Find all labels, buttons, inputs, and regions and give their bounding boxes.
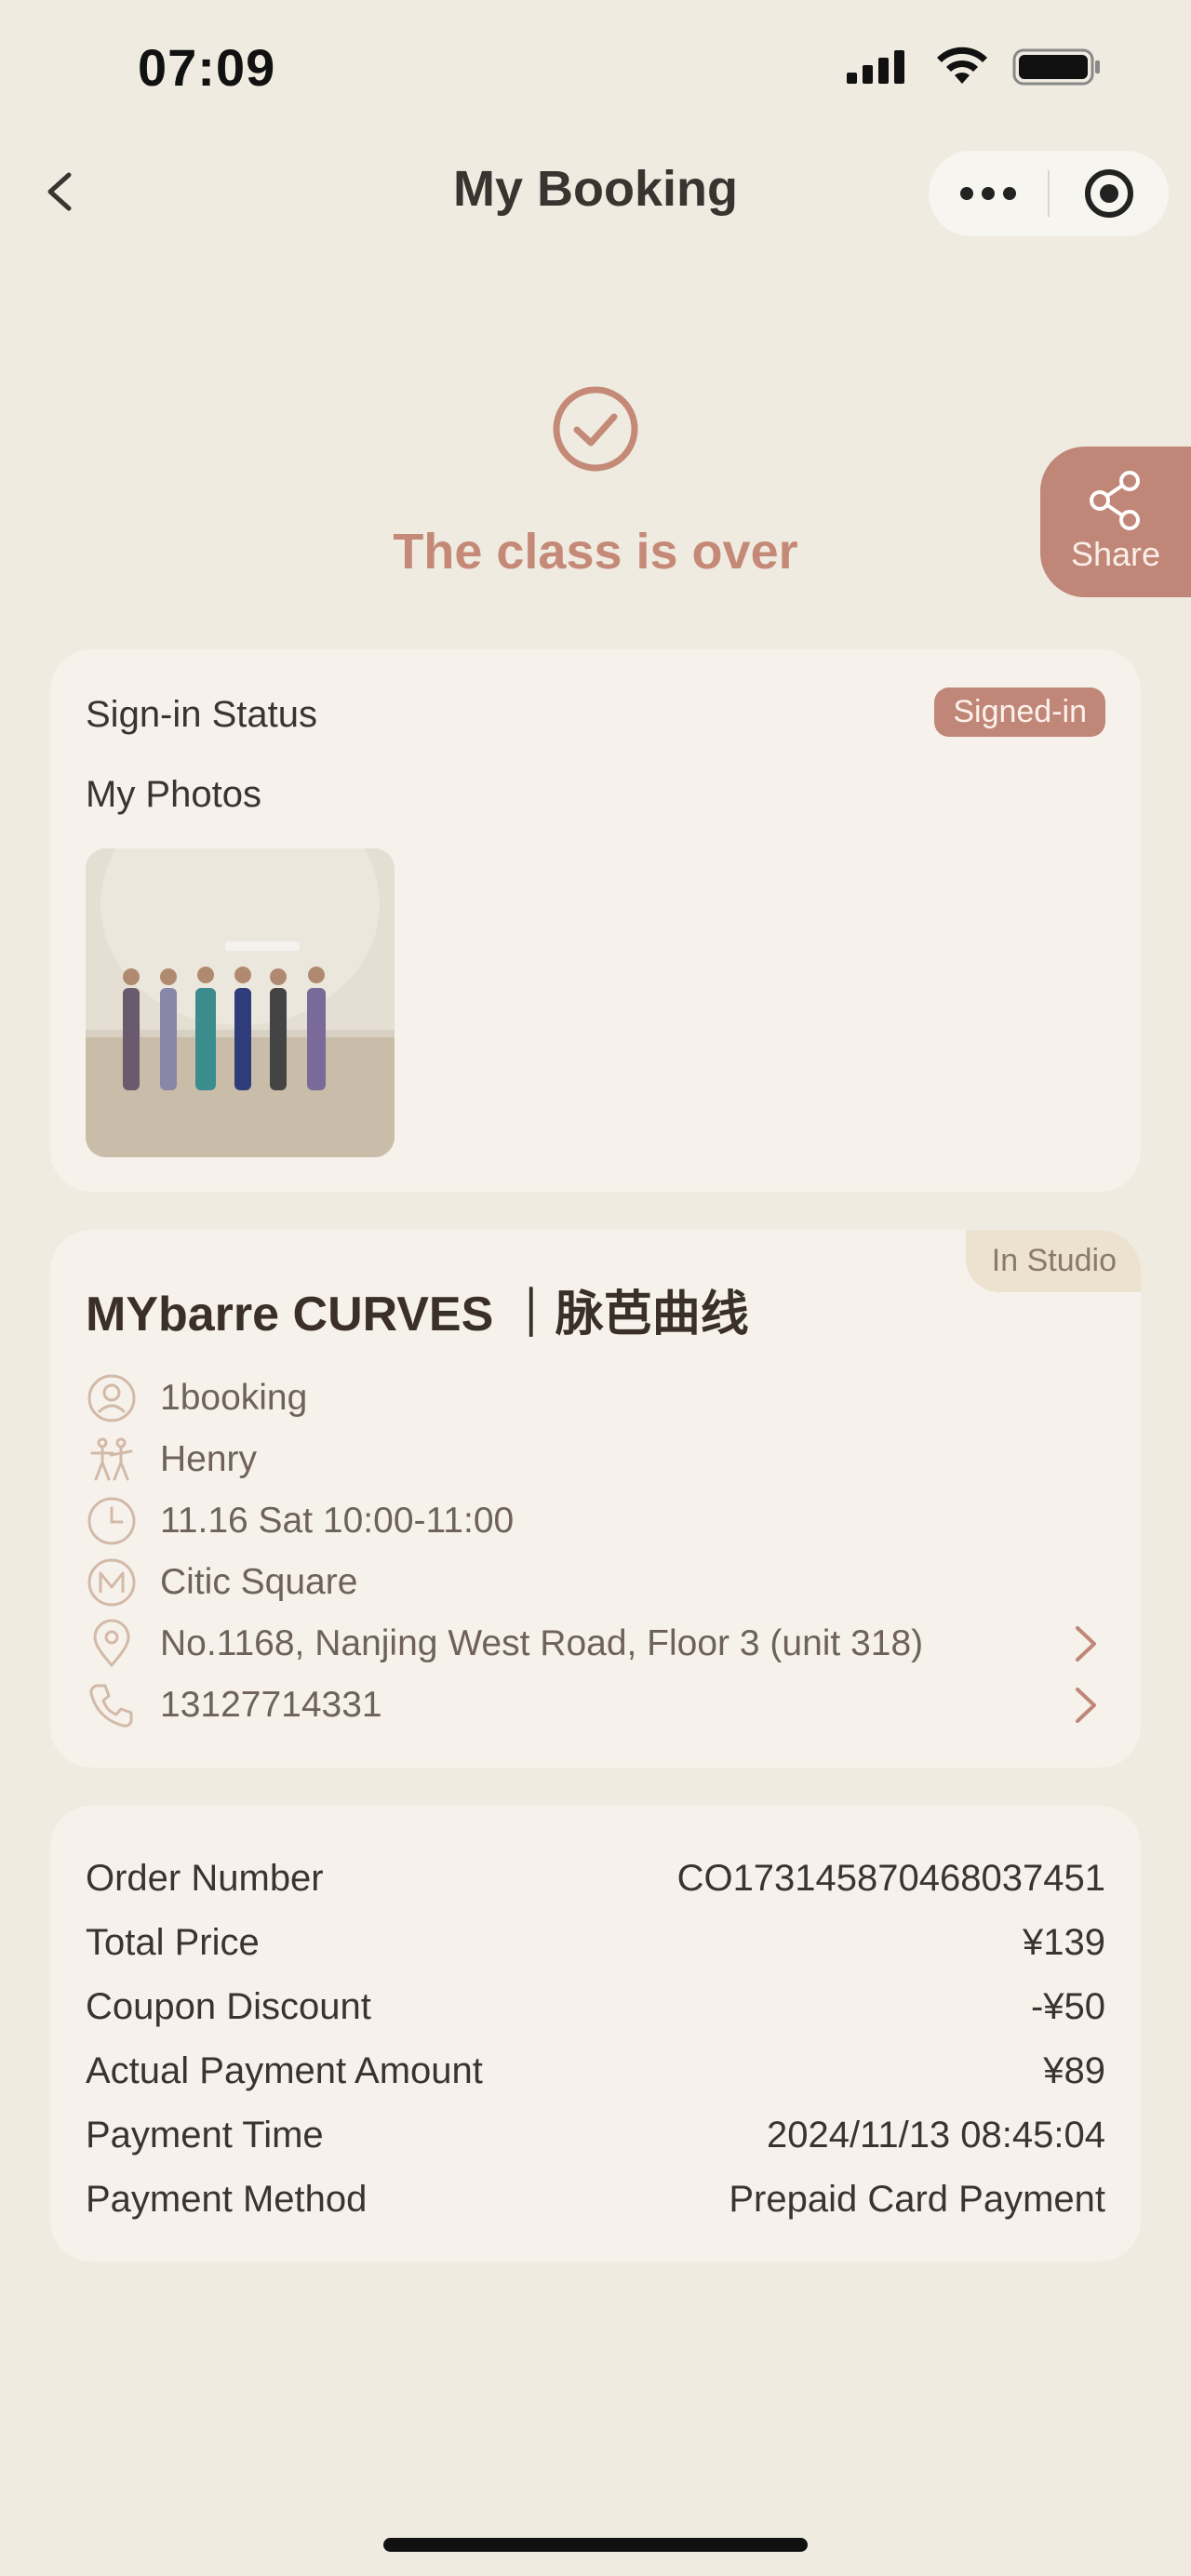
wifi-icon	[937, 47, 987, 84]
target-close-icon	[1085, 169, 1133, 218]
studio-phone: 13127714331	[160, 1685, 382, 1725]
class-time-text: 11.16 Sat 10:00-11:00	[160, 1501, 515, 1541]
location-pin-icon	[86, 1618, 138, 1670]
booking-page: 07:09 My Booking The class is over Share…	[0, 0, 1191, 2576]
in-studio-tag: In Studio	[965, 1230, 1141, 1292]
payment-time-row: Payment Time 2024/11/13 08:45:04	[86, 2103, 1105, 2168]
dancer-icon	[86, 1434, 138, 1486]
share-icon	[1090, 471, 1140, 530]
class-status-text: The class is over	[393, 524, 798, 580]
my-photos-label: My Photos	[86, 774, 261, 815]
order-label: Coupon Discount	[86, 1986, 371, 2027]
address-row[interactable]: No.1168, Nanjing West Road, Floor 3 (uni…	[86, 1613, 1109, 1675]
home-indicator	[383, 2538, 808, 2552]
status-icons	[847, 47, 1102, 87]
order-details-list: Order Number CO173145870468037451 Total …	[86, 1847, 1105, 2232]
order-label: Total Price	[86, 1922, 260, 1963]
booking-count-row: 1booking	[86, 1368, 1109, 1429]
order-info-card: Order Number CO173145870468037451 Total …	[50, 1806, 1141, 2262]
user-icon	[86, 1372, 138, 1424]
studio-name: Citic Square	[160, 1562, 358, 1602]
group-photo-image	[86, 848, 395, 1157]
class-details-list: 1booking Henry 11.16 Sat 10:00-11:00 Cit…	[86, 1368, 1109, 1736]
dot	[960, 187, 973, 200]
chevron-right-icon	[1076, 1688, 1096, 1723]
studio-address: No.1168, Nanjing West Road, Floor 3 (uni…	[160, 1623, 924, 1663]
cellular-signal-icon	[847, 50, 904, 84]
share-label: Share	[1070, 535, 1161, 573]
phone-icon	[86, 1679, 138, 1731]
order-value: ¥139	[1023, 1922, 1105, 1963]
class-photo-thumbnail[interactable]	[86, 848, 395, 1157]
studio-logo-icon	[86, 1556, 138, 1608]
status-badge: Signed-in	[934, 687, 1105, 737]
close-miniprogram-button[interactable]	[1050, 151, 1169, 236]
class-info-card: In Studio MYbarre CURVES ｜脉芭曲线 1booking …	[50, 1230, 1141, 1768]
more-button[interactable]	[929, 151, 1048, 236]
instructor-row: Henry	[86, 1429, 1109, 1490]
phone-row[interactable]: 13127714331	[86, 1675, 1109, 1736]
order-label: Actual Payment Amount	[86, 2050, 483, 2091]
order-label: Order Number	[86, 1858, 324, 1899]
dot	[982, 187, 995, 200]
order-value: Prepaid Card Payment	[729, 2179, 1105, 2220]
time-row: 11.16 Sat 10:00-11:00	[86, 1490, 1109, 1552]
clock-icon	[86, 1495, 138, 1547]
class-title: MYbarre CURVES ｜脉芭曲线	[86, 1288, 749, 1341]
order-label: Payment Method	[86, 2179, 368, 2220]
actual-payment-row: Actual Payment Amount ¥89	[86, 2039, 1105, 2103]
coupon-discount-row: Coupon Discount -¥50	[86, 1975, 1105, 2039]
order-number-row: Order Number CO173145870468037451	[86, 1847, 1105, 1911]
sign-in-card: Sign-in Status Signed-in My Photos	[50, 649, 1141, 1192]
share-button[interactable]: Share	[1040, 447, 1191, 597]
dot	[1003, 187, 1016, 200]
order-value: CO173145870468037451	[676, 1858, 1105, 1899]
order-value: 2024/11/13 08:45:04	[766, 2115, 1105, 2156]
payment-method-row: Payment Method Prepaid Card Payment	[86, 2168, 1105, 2232]
order-value: ¥89	[1043, 2050, 1105, 2091]
status-time: 07:09	[138, 38, 276, 97]
battery-icon	[1012, 48, 1100, 86]
order-label: Payment Time	[86, 2115, 324, 2156]
studio-row: Citic Square	[86, 1552, 1109, 1613]
miniprogram-capsule	[929, 151, 1169, 236]
check-circle-icon	[553, 386, 638, 472]
total-price-row: Total Price ¥139	[86, 1911, 1105, 1975]
sign-in-status-label: Sign-in Status	[86, 694, 318, 735]
instructor-name: Henry	[160, 1439, 258, 1479]
booking-count-text: 1booking	[160, 1378, 308, 1418]
chevron-right-icon	[1076, 1626, 1096, 1662]
order-value: -¥50	[1030, 1986, 1105, 2027]
